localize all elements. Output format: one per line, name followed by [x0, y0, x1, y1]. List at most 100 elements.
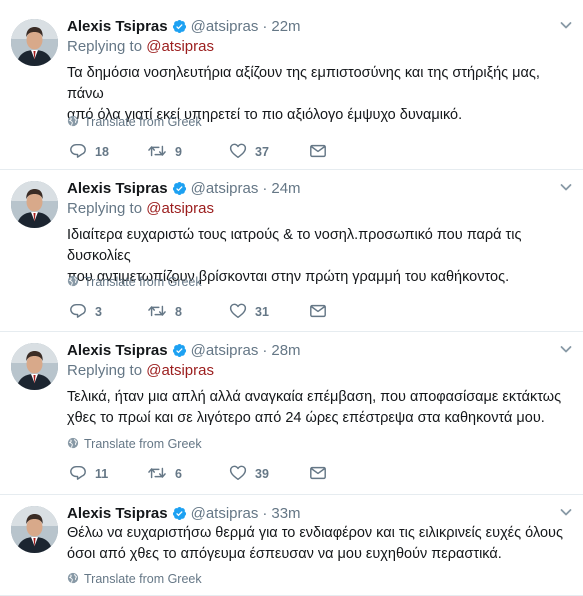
dm-button[interactable] [309, 142, 327, 162]
tweet-header: Alexis Tsipras @atsipras · 24m [67, 177, 301, 199]
like-button[interactable]: 31 [229, 302, 269, 322]
translate-label: Translate from Greek [84, 275, 202, 289]
reply-icon [69, 302, 87, 323]
verified-badge-icon [172, 181, 187, 196]
verified-badge-icon [172, 343, 187, 358]
replying-to-label: Replying to [67, 38, 143, 55]
retweet-count: 6 [175, 467, 182, 481]
translate-link[interactable]: Translate from Greek [67, 274, 202, 290]
tweet-text-line: Ιδιαίτερα ευχαριστώ τους ιατρούς & το νο… [67, 227, 522, 264]
tweet[interactable]: Alexis Tsipras @atsipras · 22m Replying to @… [0, 8, 583, 170]
envelope-icon [309, 464, 327, 485]
author-handle[interactable]: @atsipras [191, 342, 259, 359]
globe-icon [67, 572, 84, 587]
separator-dot: · [262, 504, 268, 522]
heart-icon [229, 142, 247, 163]
reply-button[interactable]: 11 [69, 464, 108, 484]
replying-to: Replying to @atsipras [67, 38, 214, 55]
reply-count: 3 [95, 305, 102, 319]
like-button[interactable]: 37 [229, 142, 269, 162]
timestamp[interactable]: 33m [271, 505, 300, 522]
envelope-icon [309, 142, 327, 163]
reply-button[interactable]: 18 [69, 142, 109, 162]
like-count: 39 [255, 467, 269, 481]
author-name[interactable]: Alexis Tsipras [67, 505, 168, 522]
tweet-actions: 11 6 39 [67, 464, 367, 484]
tweet-header: Alexis Tsipras @atsipras · 33m [67, 502, 301, 524]
retweet-button[interactable]: 8 [147, 302, 182, 322]
retweet-count: 9 [175, 145, 182, 159]
reply-icon [69, 464, 87, 485]
replying-to-label: Replying to [67, 362, 143, 379]
tweet-text: Θέλω να ευχαριστήσω θερμά για το ενδιαφέ… [67, 523, 573, 565]
tweet-text-line: χθες το πρωί και σε λιγότερο από 24 ώρες… [67, 410, 545, 426]
timestamp[interactable]: 28m [271, 342, 300, 359]
reply-count: 18 [95, 145, 109, 159]
replying-to-link[interactable]: @atsipras [146, 200, 214, 217]
replying-to-label: Replying to [67, 200, 143, 217]
replying-to: Replying to @atsipras [67, 200, 214, 217]
retweet-button[interactable]: 6 [147, 464, 182, 484]
translate-label: Translate from Greek [84, 115, 202, 129]
author-name[interactable]: Alexis Tsipras [67, 180, 168, 197]
like-button[interactable]: 39 [229, 464, 269, 484]
author-name[interactable]: Alexis Tsipras [67, 18, 168, 35]
chevron-down-icon[interactable] [559, 505, 573, 519]
verified-badge-icon [172, 506, 187, 521]
heart-icon [229, 464, 247, 485]
globe-icon [67, 115, 84, 130]
translate-link[interactable]: Translate from Greek [67, 571, 202, 587]
chevron-down-icon[interactable] [559, 18, 573, 32]
replying-to: Replying to @atsipras [67, 362, 214, 379]
reply-icon [69, 142, 87, 163]
tweet-header: Alexis Tsipras @atsipras · 28m [67, 339, 301, 361]
verified-badge-icon [172, 19, 187, 34]
avatar[interactable] [11, 343, 58, 390]
chevron-down-icon[interactable] [559, 342, 573, 356]
retweet-icon [147, 464, 167, 485]
like-count: 31 [255, 305, 269, 319]
tweet[interactable]: Alexis Tsipras @atsipras · 33m Θέλω να ευχαρ… [0, 495, 583, 596]
like-count: 37 [255, 145, 269, 159]
translate-label: Translate from Greek [84, 572, 202, 586]
tweet-header: Alexis Tsipras @atsipras · 22m [67, 15, 301, 37]
dm-button[interactable] [309, 464, 327, 484]
avatar[interactable] [11, 506, 58, 553]
avatar[interactable] [11, 181, 58, 228]
retweet-button[interactable]: 9 [147, 142, 182, 162]
translate-link[interactable]: Translate from Greek [67, 436, 202, 452]
author-handle[interactable]: @atsipras [191, 180, 259, 197]
globe-icon [67, 275, 84, 290]
author-handle[interactable]: @atsipras [191, 505, 259, 522]
tweet-text-line: Τελικά, ήταν μια απλή αλλά αναγκαία επέμ… [67, 389, 562, 405]
tweet[interactable]: Alexis Tsipras @atsipras · 24m Replying to @… [0, 170, 583, 332]
tweet[interactable]: Alexis Tsipras @atsipras · 28m Replying to @… [0, 332, 583, 495]
separator-dot: · [262, 179, 268, 197]
retweet-icon [147, 302, 167, 323]
separator-dot: · [262, 341, 268, 359]
avatar[interactable] [11, 19, 58, 66]
envelope-icon [309, 302, 327, 323]
tweet-actions: 18 9 37 [67, 142, 367, 162]
translate-label: Translate from Greek [84, 437, 202, 451]
heart-icon [229, 302, 247, 323]
tweet-text-line: όσοι από χθες το απόγευμα έσπευσαν να μο… [67, 546, 502, 562]
author-name[interactable]: Alexis Tsipras [67, 342, 168, 359]
translate-link[interactable]: Translate from Greek [67, 114, 202, 130]
retweet-icon [147, 142, 167, 163]
replying-to-link[interactable]: @atsipras [146, 38, 214, 55]
separator-dot: · [262, 17, 268, 35]
replying-to-link[interactable]: @atsipras [146, 362, 214, 379]
tweet-text-line: Τα δημόσια νοσηλευτήρια αξίζουν της εμπι… [67, 65, 540, 102]
tweet-text-line: Θέλω να ευχαριστήσω θερμά για το ενδιαφέ… [67, 525, 563, 541]
chevron-down-icon[interactable] [559, 180, 573, 194]
globe-icon [67, 437, 84, 452]
reply-button[interactable]: 3 [69, 302, 102, 322]
timestamp[interactable]: 22m [271, 18, 300, 35]
retweet-count: 8 [175, 305, 182, 319]
reply-count: 11 [95, 467, 109, 481]
author-handle[interactable]: @atsipras [191, 18, 259, 35]
dm-button[interactable] [309, 302, 327, 322]
timestamp[interactable]: 24m [271, 180, 300, 197]
tweet-text: Τελικά, ήταν μια απλή αλλά αναγκαία επέμ… [67, 387, 573, 429]
